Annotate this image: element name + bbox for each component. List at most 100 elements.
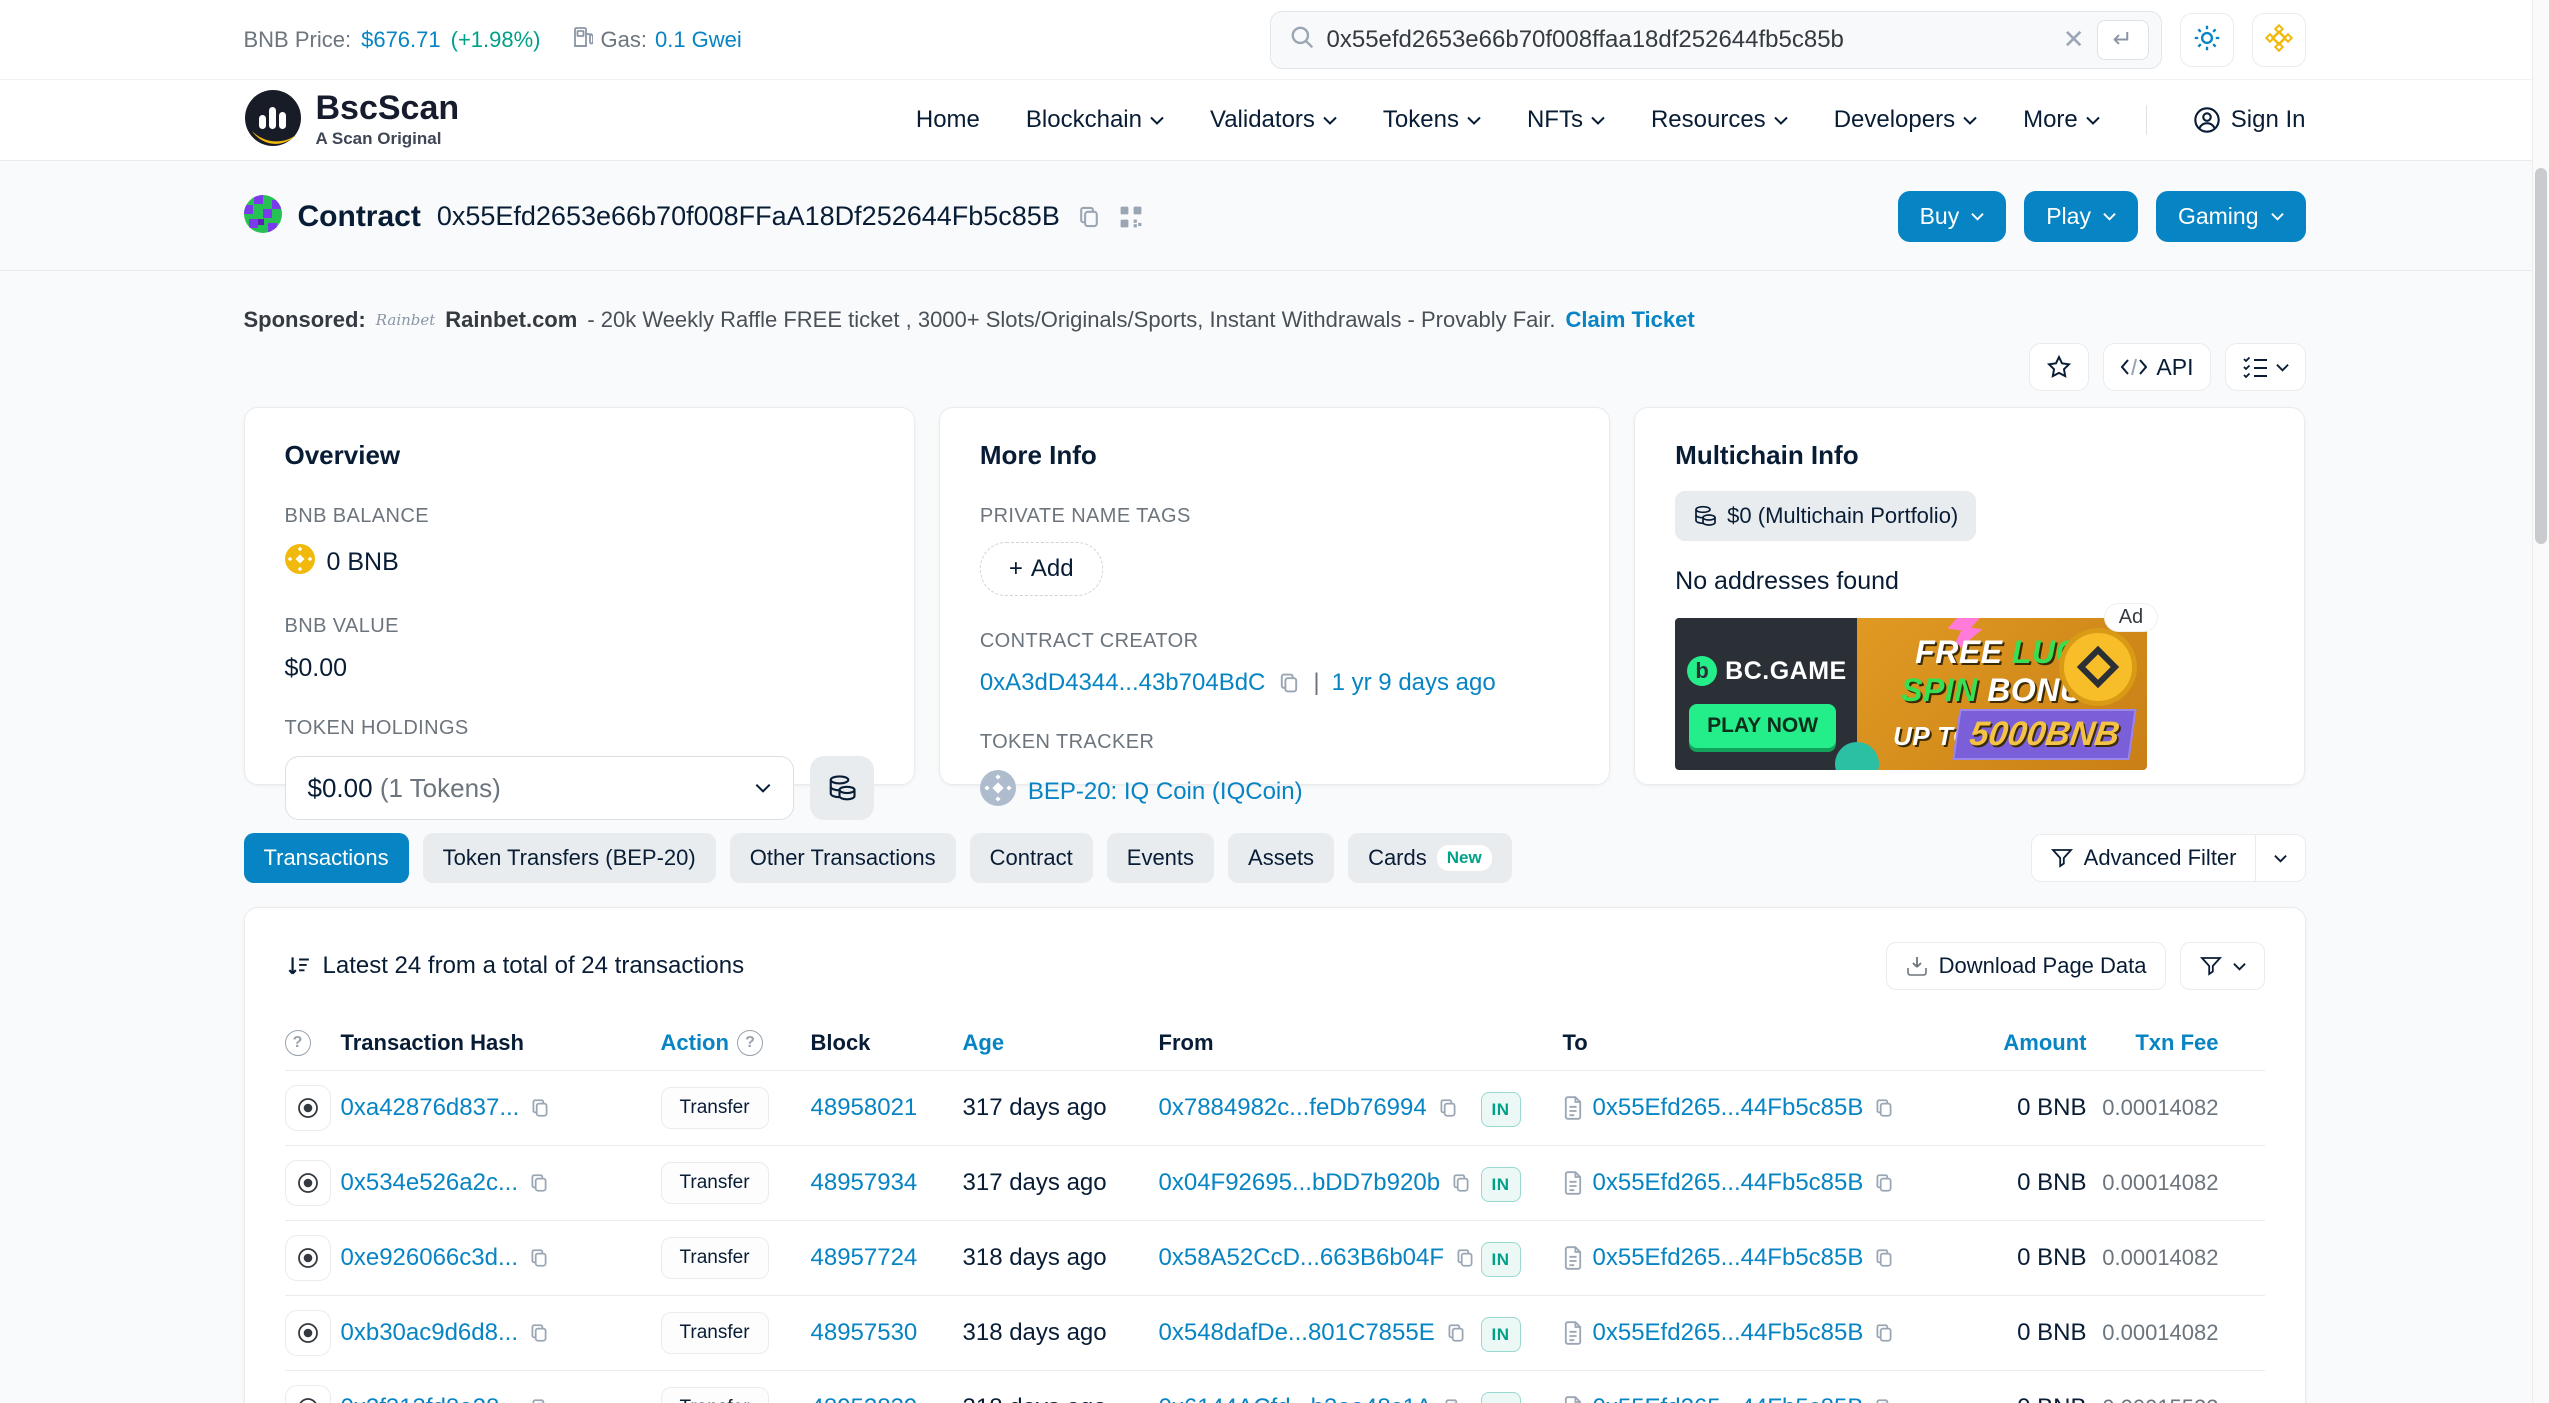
tx-hash-link[interactable]: 0xb30ac9d6d8... bbox=[341, 1319, 518, 1347]
token-holdings-dropdown[interactable]: $0.00 (1 Tokens) bbox=[285, 756, 794, 820]
add-name-tag-button[interactable]: + Add bbox=[980, 542, 1103, 596]
scrollbar[interactable] bbox=[2532, 0, 2549, 1403]
nav-item-more[interactable]: More bbox=[2023, 106, 2100, 134]
nav-item-developers[interactable]: Developers bbox=[1834, 106, 1977, 134]
nav-item-nfts[interactable]: NFTs bbox=[1527, 106, 1605, 134]
search-enter-icon[interactable]: ↵ bbox=[2097, 20, 2149, 60]
tx-preview-button[interactable] bbox=[285, 1085, 331, 1131]
action-badge[interactable]: Transfer bbox=[661, 1087, 769, 1129]
api-button[interactable]: API bbox=[2103, 343, 2210, 391]
tx-hash-link[interactable]: 0x2f313fd8e28... bbox=[341, 1394, 520, 1403]
copy-from-icon[interactable] bbox=[1442, 1397, 1464, 1403]
block-link[interactable]: 48957530 bbox=[811, 1319, 918, 1346]
creator-address-link[interactable]: 0xA3dD4344...43b704BdC bbox=[980, 669, 1266, 697]
from-address-link[interactable]: 0x04F92695...bDD7b920b bbox=[1159, 1169, 1441, 1197]
copy-to-icon[interactable] bbox=[1873, 1397, 1895, 1403]
action-badge[interactable]: Transfer bbox=[661, 1237, 769, 1279]
to-address-link[interactable]: 0x55Efd265...44Fb5c85B bbox=[1593, 1319, 1864, 1347]
copy-hash-icon[interactable] bbox=[528, 1247, 550, 1269]
tx-preview-button[interactable] bbox=[285, 1235, 331, 1281]
multichain-portfolio-button[interactable]: $0 (Multichain Portfolio) bbox=[1675, 491, 1976, 541]
tab-contract[interactable]: Contract bbox=[970, 833, 1093, 883]
copy-to-icon[interactable] bbox=[1873, 1172, 1895, 1194]
token-tracker-link[interactable]: BEP-20: IQ Coin (IQCoin) bbox=[1028, 778, 1303, 806]
play-now-button[interactable]: PLAY NOW bbox=[1689, 704, 1836, 748]
copy-hash-icon[interactable] bbox=[529, 1097, 551, 1119]
copy-hash-icon[interactable] bbox=[528, 1172, 550, 1194]
signin-button[interactable]: Sign In bbox=[2193, 106, 2306, 134]
tx-hash-link[interactable]: 0xe926066c3d... bbox=[341, 1244, 518, 1272]
theme-toggle-button[interactable] bbox=[2180, 13, 2234, 67]
nav-item-blockchain[interactable]: Blockchain bbox=[1026, 106, 1164, 134]
bnb-chain-button[interactable] bbox=[2252, 13, 2306, 67]
play-button[interactable]: Play bbox=[2024, 191, 2138, 242]
tx-hash-link[interactable]: 0xa42876d837... bbox=[341, 1094, 520, 1122]
tab-other-transactions[interactable]: Other Transactions bbox=[730, 833, 956, 883]
nav-item-validators[interactable]: Validators bbox=[1210, 106, 1337, 134]
col-txn-fee[interactable]: Txn Fee bbox=[2135, 1030, 2218, 1056]
gaming-button[interactable]: Gaming bbox=[2156, 191, 2306, 242]
tx-preview-button[interactable] bbox=[285, 1385, 331, 1403]
tx-preview-button[interactable] bbox=[285, 1160, 331, 1206]
claim-ticket-link[interactable]: Claim Ticket bbox=[1565, 307, 1694, 333]
block-link[interactable]: 48952839 bbox=[811, 1394, 918, 1403]
help-icon[interactable]: ? bbox=[285, 1030, 311, 1056]
col-action[interactable]: Action bbox=[661, 1030, 729, 1056]
copy-from-icon[interactable] bbox=[1437, 1097, 1459, 1119]
ad-banner[interactable]: b BC.GAME PLAY NOW FREE LUCKY SPIN BONUS… bbox=[1675, 618, 2147, 770]
block-link[interactable]: 48957724 bbox=[811, 1244, 918, 1271]
tab-cards[interactable]: Cards New bbox=[1348, 833, 1512, 883]
to-address-link[interactable]: 0x55Efd265...44Fb5c85B bbox=[1593, 1169, 1864, 1197]
copy-address-icon[interactable] bbox=[1076, 204, 1102, 230]
to-address-link[interactable]: 0x55Efd265...44Fb5c85B bbox=[1593, 1244, 1864, 1272]
block-link[interactable]: 48958021 bbox=[811, 1094, 918, 1121]
copy-to-icon[interactable] bbox=[1873, 1322, 1895, 1344]
action-badge[interactable]: Transfer bbox=[661, 1312, 769, 1354]
bnb-price-link[interactable]: $676.71 bbox=[361, 27, 441, 53]
nav-item-resources[interactable]: Resources bbox=[1651, 106, 1788, 134]
tab-transactions[interactable]: Transactions bbox=[244, 833, 409, 883]
copy-from-icon[interactable] bbox=[1454, 1247, 1476, 1269]
download-page-data-button[interactable]: Download Page Data bbox=[1886, 942, 2166, 990]
buy-button[interactable]: Buy bbox=[1898, 191, 2007, 242]
copy-from-icon[interactable] bbox=[1450, 1172, 1472, 1194]
search-clear-icon[interactable]: ✕ bbox=[2063, 24, 2085, 55]
advanced-filter-chevron[interactable] bbox=[2255, 835, 2305, 881]
copy-from-icon[interactable] bbox=[1445, 1322, 1467, 1344]
tab-events[interactable]: Events bbox=[1107, 833, 1214, 883]
col-age[interactable]: Age bbox=[963, 1030, 1005, 1056]
search-input[interactable] bbox=[1327, 26, 2051, 54]
checklist-menu-button[interactable] bbox=[2225, 343, 2306, 391]
help-icon[interactable]: ? bbox=[737, 1030, 763, 1056]
tab-token-transfers[interactable]: Token Transfers (BEP-20) bbox=[423, 833, 716, 883]
table-filter-button[interactable] bbox=[2180, 942, 2265, 990]
from-address-link[interactable]: 0x7884982c...feDb76994 bbox=[1159, 1094, 1427, 1122]
nav-item-tokens[interactable]: Tokens bbox=[1383, 106, 1481, 134]
token-holdings-wallet-button[interactable] bbox=[810, 756, 874, 820]
from-address-link[interactable]: 0x58A52CcD...663B6b04F bbox=[1159, 1244, 1445, 1272]
bscscan-logo[interactable]: BscScan A Scan Original bbox=[244, 89, 460, 152]
copy-creator-icon[interactable] bbox=[1277, 671, 1301, 695]
copy-hash-icon[interactable] bbox=[529, 1397, 551, 1403]
col-amount[interactable]: Amount bbox=[2003, 1030, 2086, 1056]
copy-hash-icon[interactable] bbox=[528, 1322, 550, 1344]
gas-value-link[interactable]: 0.1 Gwei bbox=[655, 27, 742, 53]
action-badge[interactable]: Transfer bbox=[661, 1387, 769, 1403]
to-address-link[interactable]: 0x55Efd265...44Fb5c85B bbox=[1593, 1094, 1864, 1122]
from-address-link[interactable]: 0x6144ACfd...b3ee48c1A bbox=[1159, 1394, 1433, 1403]
scrollbar-thumb[interactable] bbox=[2535, 168, 2547, 544]
block-link[interactable]: 48957934 bbox=[811, 1169, 918, 1196]
to-address-link[interactable]: 0x55Efd265...44Fb5c85B bbox=[1593, 1394, 1864, 1403]
copy-to-icon[interactable] bbox=[1873, 1097, 1895, 1119]
advanced-filter-button[interactable]: Advanced Filter bbox=[2031, 834, 2306, 882]
from-address-link[interactable]: 0x548dafDe...801C7855E bbox=[1159, 1319, 1435, 1347]
tx-hash-link[interactable]: 0x534e526a2c... bbox=[341, 1169, 518, 1197]
qr-code-icon[interactable] bbox=[1118, 204, 1144, 230]
tab-assets[interactable]: Assets bbox=[1228, 833, 1334, 883]
nav-item-home[interactable]: Home bbox=[916, 106, 980, 134]
action-badge[interactable]: Transfer bbox=[661, 1162, 769, 1204]
tx-preview-button[interactable] bbox=[285, 1310, 331, 1356]
copy-to-icon[interactable] bbox=[1873, 1247, 1895, 1269]
favorite-button[interactable] bbox=[2029, 343, 2089, 391]
creation-age-link[interactable]: 1 yr 9 days ago bbox=[1332, 669, 1496, 697]
